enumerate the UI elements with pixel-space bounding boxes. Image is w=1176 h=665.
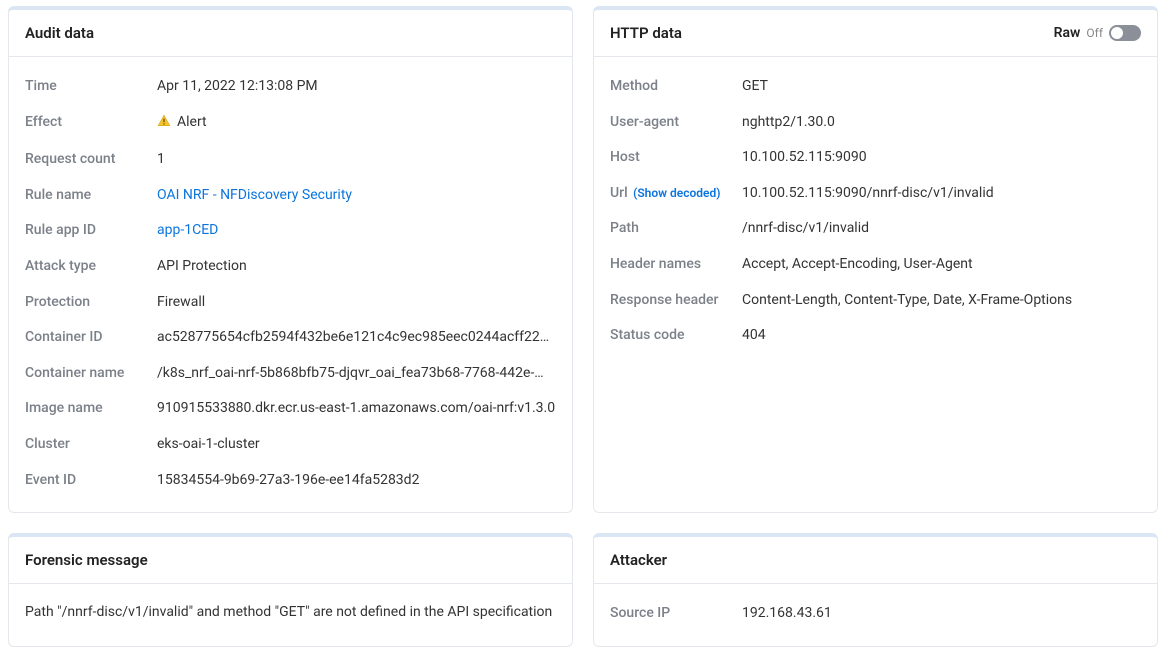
row-cluster: Cluster eks-oai-1-cluster [25,427,556,463]
row-header-names: Header names Accept, Accept-Encoding, Us… [610,247,1141,283]
effect-label: Effect [25,113,157,133]
path-label: Path [610,219,742,239]
url-value: 10.100.52.115:9090/nnrf-disc/v1/invalid [742,184,1141,204]
http-card-header: HTTP data Raw Off [594,10,1157,57]
http-card-title: HTTP data [610,24,682,42]
row-container-id: Container ID ac528775654cfb2594f432be6e1… [25,320,556,356]
request-count-label: Request count [25,150,157,170]
status-code-value: 404 [742,326,1141,346]
time-label: Time [25,77,157,97]
user-agent-label: User-agent [610,113,742,133]
raw-toggle-knob [1111,27,1123,39]
protection-label: Protection [25,293,157,313]
audit-data-card: Audit data Time Apr 11, 2022 12:13:08 PM… [8,6,573,513]
row-rule-name: Rule name OAI NRF - NFDiscovery Security [25,178,556,214]
path-value: /nnrf-disc/v1/invalid [742,219,1141,239]
row-path: Path /nnrf-disc/v1/invalid [610,211,1141,247]
row-source-ip: Source IP 192.168.43.61 [610,596,1141,632]
http-data-card: HTTP data Raw Off Method GET User-agent … [593,6,1158,513]
raw-toggle-group: Raw Off [1054,25,1141,41]
row-attack-type: Attack type API Protection [25,249,556,285]
row-container-name: Container name /k8s_nrf_oai-nrf-5b868bfb… [25,356,556,392]
forensic-card-header: Forensic message [9,537,572,584]
audit-card-title: Audit data [25,24,94,42]
forensic-message-card: Forensic message Path "/nnrf-disc/v1/inv… [8,533,573,647]
row-image-name: Image name 910915533880.dkr.ecr.us-east-… [25,391,556,427]
effect-text: Alert [177,114,207,130]
http-card-body: Method GET User-agent nghttp2/1.30.0 Hos… [594,57,1157,368]
row-time: Time Apr 11, 2022 12:13:08 PM [25,69,556,105]
row-host: Host 10.100.52.115:9090 [610,140,1141,176]
rule-name-value: OAI NRF - NFDiscovery Security [157,186,556,206]
rule-app-id-value: app-1CED [157,221,556,241]
rule-name-label: Rule name [25,186,157,206]
audit-card-header: Audit data [9,10,572,57]
attacker-card-title: Attacker [610,551,667,569]
row-rule-app-id: Rule app ID app-1CED [25,213,556,249]
row-protection: Protection Firewall [25,285,556,321]
header-names-value: Accept, Accept-Encoding, User-Agent [742,255,1141,275]
source-ip-value: 192.168.43.61 [742,604,1141,624]
method-value: GET [742,77,1141,97]
host-value: 10.100.52.115:9090 [742,148,1141,168]
rule-app-id-label: Rule app ID [25,221,157,241]
protection-value: Firewall [157,293,556,313]
raw-label: Raw [1054,25,1081,41]
row-response-header: Response header Content-Length, Content-… [610,283,1141,319]
forensic-message-text: Path "/nnrf-disc/v1/invalid" and method … [25,596,556,628]
attack-type-value: API Protection [157,257,556,277]
alert-icon [157,114,171,135]
url-label-text: Url [610,185,628,201]
user-agent-value: nghttp2/1.30.0 [742,113,1141,133]
attack-type-label: Attack type [25,257,157,277]
row-url: Url (Show decoded) 10.100.52.115:9090/nn… [610,176,1141,212]
method-label: Method [610,77,742,97]
effect-value: Alert [157,113,556,135]
raw-toggle[interactable] [1109,25,1141,41]
cluster-label: Cluster [25,435,157,455]
row-event-id: Event ID 15834554-9b69-27a3-196e-ee14fa5… [25,463,556,499]
url-label: Url (Show decoded) [610,184,742,204]
response-header-label: Response header [610,291,742,311]
source-ip-label: Source IP [610,604,742,624]
forensic-card-title: Forensic message [25,551,148,569]
response-header-value: Content-Length, Content-Type, Date, X-Fr… [742,291,1141,311]
event-id-label: Event ID [25,471,157,491]
attacker-card-body: Source IP 192.168.43.61 [594,584,1157,646]
status-code-label: Status code [610,326,742,346]
row-method: Method GET [610,69,1141,105]
container-name-value: /k8s_nrf_oai-nrf-5b868bfb75-djqvr_oai_fe… [157,364,556,384]
time-value: Apr 11, 2022 12:13:08 PM [157,77,556,97]
row-effect: Effect Alert [25,105,556,143]
attacker-card: Attacker Source IP 192.168.43.61 [593,533,1158,647]
event-id-value: 15834554-9b69-27a3-196e-ee14fa5283d2 [157,471,556,491]
container-id-label: Container ID [25,328,157,348]
audit-card-body: Time Apr 11, 2022 12:13:08 PM Effect Ale… [9,57,572,512]
container-name-label: Container name [25,364,157,384]
header-names-label: Header names [610,255,742,275]
request-count-value: 1 [157,150,556,170]
row-user-agent: User-agent nghttp2/1.30.0 [610,105,1141,141]
rule-app-id-link[interactable]: app-1CED [157,222,218,238]
host-label: Host [610,148,742,168]
raw-off-label: Off [1086,26,1103,40]
forensic-card-body: Path "/nnrf-disc/v1/invalid" and method … [9,584,572,642]
row-request-count: Request count 1 [25,142,556,178]
cluster-value: eks-oai-1-cluster [157,435,556,455]
url-show-decoded-link[interactable]: (Show decoded) [633,186,720,200]
row-status-code: Status code 404 [610,318,1141,354]
rule-name-link[interactable]: OAI NRF - NFDiscovery Security [157,187,352,203]
container-id-value: ac528775654cfb2594f432be6e121c4c9ec985ee… [157,328,556,348]
attacker-card-header: Attacker [594,537,1157,584]
image-name-value: 910915533880.dkr.ecr.us-east-1.amazonaws… [157,399,556,419]
image-name-label: Image name [25,399,157,419]
